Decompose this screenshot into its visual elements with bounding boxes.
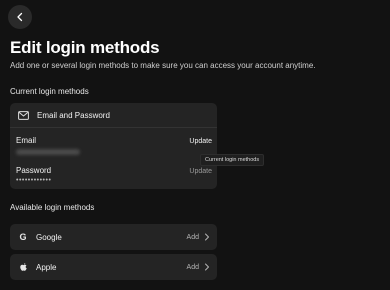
email-value-redacted <box>16 149 80 155</box>
chevron-left-icon <box>17 12 23 22</box>
card-header: Email and Password <box>10 103 217 128</box>
add-apple-button[interactable]: Add <box>187 254 210 280</box>
password-title: Password <box>16 166 52 175</box>
update-password-button[interactable]: Update <box>189 168 212 175</box>
google-icon: G <box>19 232 27 242</box>
tooltip: Current login methods <box>200 154 265 166</box>
add-apple-label: Add <box>186 263 199 271</box>
available-methods-label: Available login methods <box>10 203 95 212</box>
add-google-button[interactable]: Add <box>187 224 210 250</box>
email-password-title: Email and Password <box>37 110 110 120</box>
apple-method-row[interactable]: Apple Add <box>10 254 217 280</box>
update-email-button[interactable]: Update <box>189 138 212 145</box>
apple-icon <box>18 262 28 272</box>
email-row: Email Update <box>10 128 217 158</box>
password-value: •••••••••••• <box>16 177 52 184</box>
google-method-row[interactable]: G Google Add <box>10 224 217 250</box>
page-title: Edit login methods <box>10 38 160 57</box>
page-subtitle: Add one or several login methods to make… <box>10 61 316 70</box>
current-methods-card: Email and Password Email Update Password… <box>10 103 217 189</box>
password-row: Password •••••••••••• Update <box>10 158 217 188</box>
chevron-right-icon <box>205 233 209 241</box>
edit-login-methods-page: Edit login methods Add one or several lo… <box>0 0 390 290</box>
email-title: Email <box>16 136 37 145</box>
back-button[interactable] <box>8 5 32 29</box>
google-label: Google <box>36 232 62 242</box>
apple-label: Apple <box>36 262 57 272</box>
add-google-label: Add <box>186 233 199 241</box>
current-methods-label: Current login methods <box>10 87 89 96</box>
chevron-right-icon <box>205 263 209 271</box>
mail-icon <box>18 110 29 120</box>
